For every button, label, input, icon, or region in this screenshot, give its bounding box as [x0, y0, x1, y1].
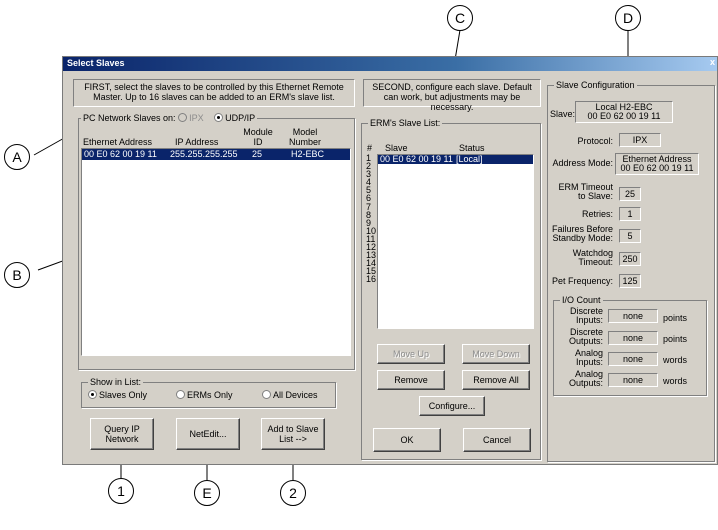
analog-inputs-unit: words: [663, 355, 688, 365]
slave-status: [Local]: [456, 154, 483, 164]
slave-value: Local H2-EBC 00 E0 62 00 19 11: [575, 101, 673, 123]
discrete-outputs-value: none: [608, 331, 658, 345]
callout-d: D: [615, 5, 641, 31]
callout-1: 1: [108, 478, 134, 504]
discrete-outputs-unit: points: [663, 334, 688, 344]
radio-ipx-button[interactable]: [178, 113, 188, 122]
address-mode-value: Ethernet Address 00 E0 62 00 19 11: [615, 153, 699, 175]
callout-b: B: [4, 262, 30, 288]
title-bar: Select Slaves x: [63, 57, 717, 71]
slave-label: Slave:: [550, 109, 576, 119]
left-instructions: FIRST, select the slaves to be controlle…: [73, 79, 355, 107]
discrete-outputs-label: Discrete Outputs:: [568, 327, 603, 346]
callout-c: C: [447, 5, 473, 31]
close-icon[interactable]: x: [710, 57, 715, 67]
row-model: H2-EBC: [291, 149, 325, 159]
col-module-id[interactable]: Module ID: [240, 127, 276, 147]
watchdog-label: Watchdog Timeout:: [572, 248, 613, 267]
radio-erms-only[interactable]: ERMs Only: [176, 390, 233, 400]
erm-slave-list[interactable]: 00 E0 62 00 19 11 [Local]: [377, 154, 534, 329]
analog-outputs-unit: words: [663, 376, 688, 386]
analog-inputs-value: none: [608, 352, 658, 366]
retries-label: Retries:: [581, 209, 613, 219]
pc-network-slaves-label: PC Network Slaves on:: [83, 113, 176, 123]
cancel-button[interactable]: Cancel: [463, 428, 531, 452]
radio-erms-only-button[interactable]: [176, 390, 185, 399]
middle-instructions: SECOND, configure each slave. Default ca…: [363, 79, 541, 112]
col-ethernet-address[interactable]: Ethernet Address: [83, 127, 163, 147]
radio-slaves-only[interactable]: Slaves Only: [88, 390, 147, 400]
col-status: Status: [459, 143, 485, 153]
analog-outputs-label: Analog Outputs:: [568, 369, 603, 388]
ok-button[interactable]: OK: [373, 428, 441, 452]
slave-address: 00 E0 62 00 19 11: [380, 154, 453, 164]
show-in-list-label: Show in List:: [88, 377, 144, 387]
show-in-list-group: Show in List: Slaves Only ERMs Only All …: [81, 377, 336, 408]
address-mode-label: Address Mode:: [552, 158, 613, 168]
pet-frequency-label: Pet Frequency:: [551, 276, 613, 286]
analog-inputs-label: Analog Inputs:: [574, 348, 603, 367]
move-down-button[interactable]: Move Down: [462, 344, 530, 364]
watchdog-value: 250: [619, 252, 641, 266]
pc-slaves-list[interactable]: 00 E0 62 00 19 11 255.255.255.255 25 H2-…: [81, 148, 351, 356]
radio-udp-button[interactable]: [214, 113, 224, 122]
col-slave: Slave: [385, 143, 408, 153]
configure-button[interactable]: Configure...: [419, 396, 485, 416]
netedit-button[interactable]: NetEdit...: [176, 418, 240, 450]
analog-outputs-value: none: [608, 373, 658, 387]
move-up-button[interactable]: Move Up: [377, 344, 445, 364]
radio-ipx-label: IPX: [189, 113, 204, 123]
pet-frequency-value: 125: [619, 274, 641, 288]
remove-button[interactable]: Remove: [377, 370, 445, 390]
radio-slaves-only-button[interactable]: [88, 390, 97, 399]
callout-e: E: [194, 480, 220, 506]
erm-timeout-label: ERM Timeout to Slave:: [558, 182, 613, 201]
row-eth: 00 E0 62 00 19 11: [84, 149, 157, 159]
col-ip-address[interactable]: IP Address: [175, 137, 218, 147]
add-to-slave-list-button[interactable]: Add to Slave List -->: [261, 418, 325, 450]
discrete-inputs-unit: points: [663, 313, 688, 323]
radio-udp-label: UDP/IP: [225, 113, 256, 123]
io-count-label: I/O Count: [560, 295, 603, 305]
select-slaves-dialog: Select Slaves x FIRST, select the slaves…: [62, 56, 718, 465]
query-ip-network-button[interactable]: Query IP Network: [90, 418, 154, 450]
protocol-label: Protocol:: [577, 136, 613, 146]
row-module: 25: [252, 149, 263, 159]
table-row[interactable]: 00 E0 62 00 19 11 255.255.255.255 25 H2-…: [82, 149, 350, 160]
discrete-inputs-label: Discrete Inputs:: [569, 306, 603, 325]
slave-configuration-label: Slave Configuration: [554, 80, 637, 90]
radio-all-devices[interactable]: All Devices: [262, 390, 318, 400]
radio-all-devices-button[interactable]: [262, 390, 271, 399]
col-number: #: [367, 143, 373, 153]
remove-all-button[interactable]: Remove All: [462, 370, 530, 390]
list-item[interactable]: 00 E0 62 00 19 11 [Local]: [378, 155, 533, 164]
failures-value: 5: [619, 229, 641, 243]
window-title: Select Slaves: [67, 58, 125, 68]
retries-value: 1: [619, 207, 641, 221]
row-ip: 255.255.255.255: [170, 149, 238, 159]
callout-2: 2: [280, 480, 306, 506]
protocol-value: IPX: [619, 133, 661, 147]
callout-a: A: [4, 144, 30, 170]
discrete-inputs-value: none: [608, 309, 658, 323]
address-mode-address: 00 E0 62 00 19 11: [620, 163, 694, 173]
erm-timeout-value: 25: [619, 187, 641, 201]
col-model-number[interactable]: Model Number: [285, 127, 325, 147]
radio-ipx[interactable]: IPX: [178, 113, 204, 123]
erm-slave-list-label: ERM's Slave List:: [368, 118, 443, 128]
radio-udp[interactable]: UDP/IP: [214, 113, 255, 123]
slave-value-address: 00 E0 62 00 19 11: [587, 111, 661, 121]
failures-label: Failures Before Standby Mode:: [551, 224, 613, 243]
